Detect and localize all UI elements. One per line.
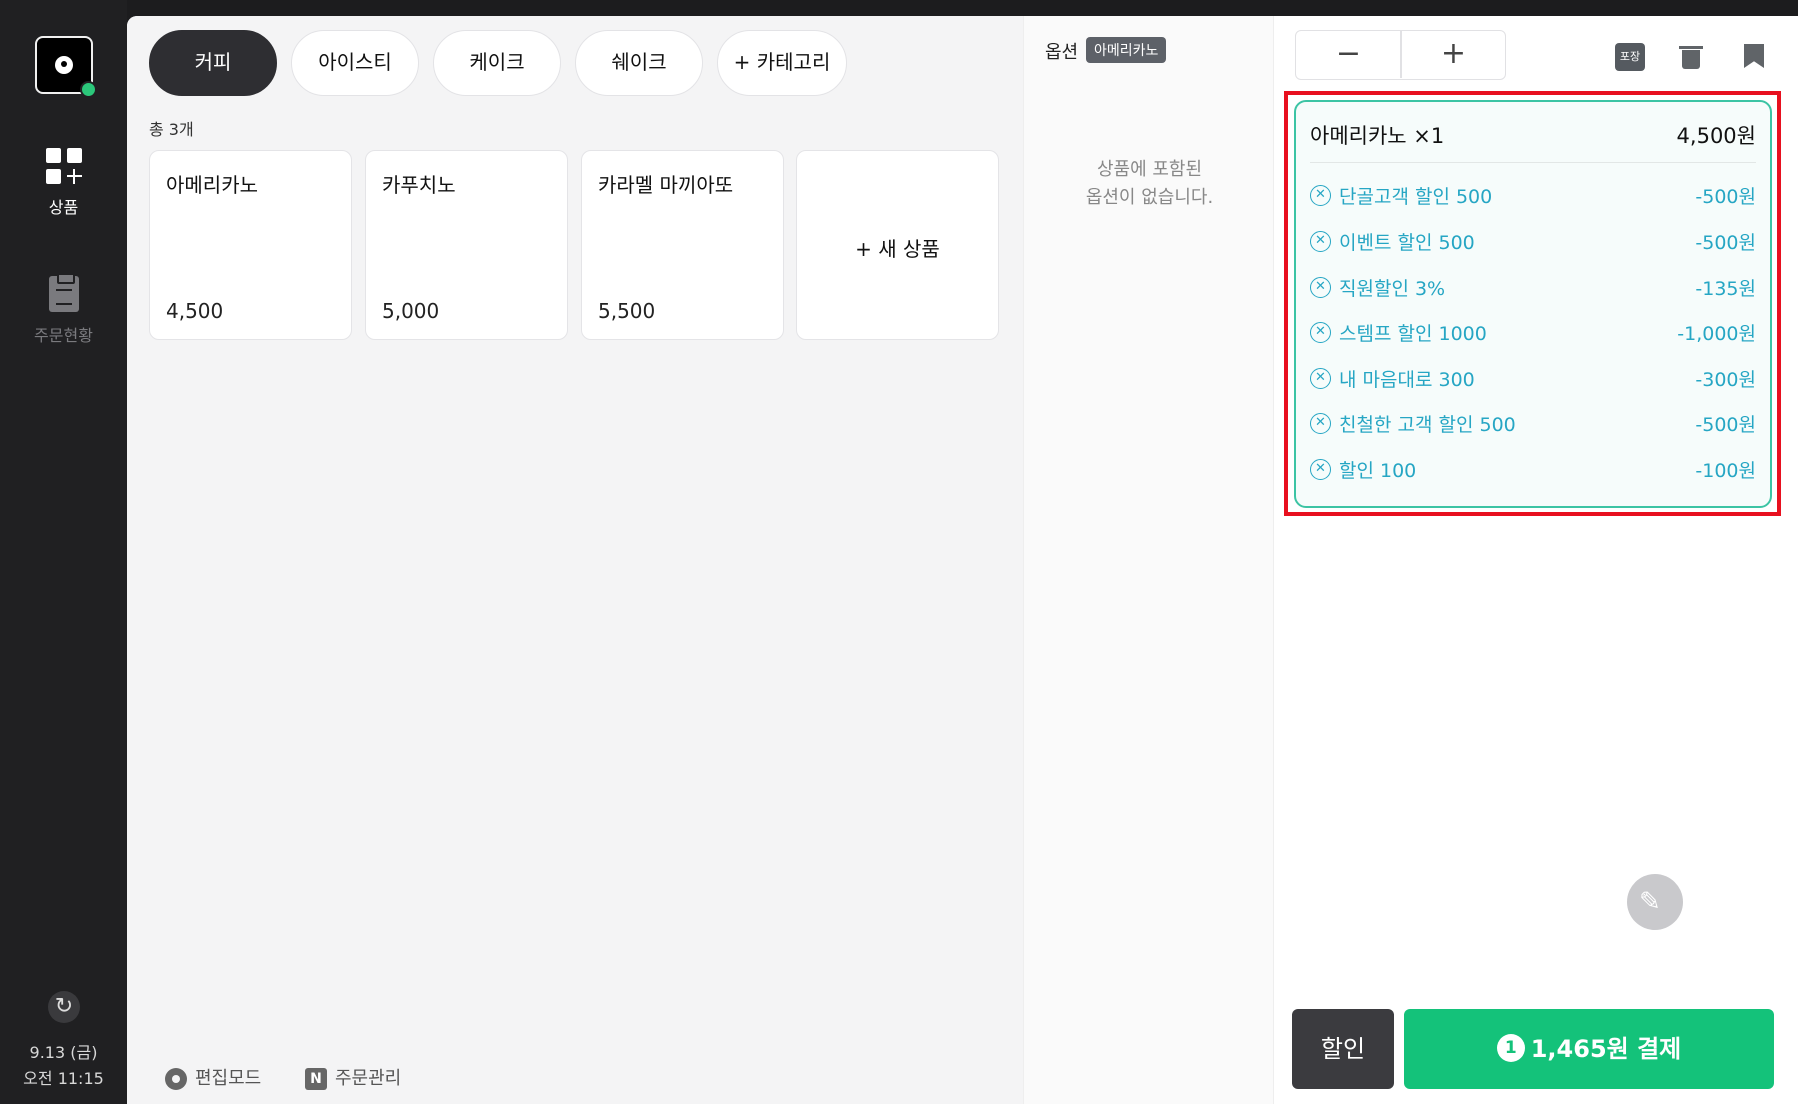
quantity-stepper: − +	[1295, 30, 1506, 80]
remove-discount-icon[interactable]: ✕	[1310, 185, 1331, 206]
refresh-icon[interactable]: ↻	[48, 991, 80, 1023]
discount-amount: -500원	[1695, 414, 1756, 436]
time-text: 오전 11:15	[23, 1069, 104, 1088]
order-item-header: 아메리카노 ×1 4,500원	[1310, 120, 1756, 150]
pay-label: 1,465원 결제	[1530, 1035, 1682, 1063]
discount-name: 할인 100	[1339, 460, 1417, 482]
increase-button[interactable]: +	[1401, 31, 1506, 78]
online-status-dot	[80, 81, 97, 98]
options-title: 옵션	[1045, 42, 1079, 63]
discount-name: 스템프 할인 1000	[1339, 323, 1487, 345]
remove-discount-icon[interactable]: ✕	[1310, 368, 1331, 389]
discount-row: ✕ 스템프 할인 1000 -1,000원	[1310, 319, 1756, 349]
discount-amount: -500원	[1695, 232, 1756, 254]
discount-amount: -300원	[1695, 369, 1756, 391]
options-empty-message: 상품에 포함된 옵션이 없습니다.	[1024, 156, 1275, 212]
discount-row: ✕ 직원할인 3% -135원	[1310, 274, 1756, 304]
naver-n-icon: N	[305, 1068, 327, 1090]
sidebar-item-label: 상품	[48, 198, 79, 217]
bookmark-icon[interactable]	[1744, 44, 1764, 68]
tab-coffee[interactable]: 커피	[149, 30, 277, 96]
empty-line-1: 상품에 포함된	[1096, 159, 1203, 180]
edit-mode-label: 편집모드	[195, 1068, 262, 1089]
tab-shake[interactable]: 쉐이크	[575, 30, 703, 96]
main-panel: 커피 아이스티 케이크 쉐이크 + 카테고리 총 3개 아메리카노 4,500 …	[127, 16, 1798, 1104]
order-item-card[interactable]: 아메리카노 ×1 4,500원 ✕ 단골고객 할인 500 -500원 ✕ 이벤…	[1294, 100, 1772, 508]
order-item-name: 아메리카노 ×1	[1310, 124, 1445, 148]
product-count: 총 3개	[149, 120, 194, 139]
discount-amount: -500원	[1695, 186, 1756, 208]
product-price: 5,000	[382, 299, 440, 323]
pay-button[interactable]: 1 1,465원 결제	[1404, 1009, 1774, 1089]
product-name: 카푸치노	[382, 173, 456, 197]
date-text: 9.13 (금)	[29, 1043, 98, 1062]
discount-name: 친철한 고객 할인 500	[1339, 414, 1516, 436]
options-product-tag: 아메리카노	[1086, 37, 1167, 63]
product-card[interactable]: 아메리카노 4,500	[149, 150, 352, 340]
decrease-button[interactable]: −	[1296, 31, 1401, 78]
discount-row: ✕ 친철한 고객 할인 500 -500원	[1310, 410, 1756, 440]
product-name: 카라멜 마끼아또	[598, 173, 734, 197]
discount-name: 단골고객 할인 500	[1339, 186, 1493, 208]
discount-row: ✕ 내 마음대로 300 -300원	[1310, 365, 1756, 395]
discount-row: ✕ 이벤트 할인 500 -500원	[1310, 228, 1756, 258]
sidebar-item-label: 주문현황	[34, 326, 93, 345]
product-card[interactable]: 카푸치노 5,000	[365, 150, 568, 340]
discount-name: 내 마음대로 300	[1339, 369, 1475, 391]
discount-row: ✕ 단골고객 할인 500 -500원	[1310, 182, 1756, 212]
product-price: 5,500	[598, 299, 656, 323]
item-count-badge: 1	[1496, 1034, 1525, 1062]
remove-discount-icon[interactable]: ✕	[1310, 459, 1331, 480]
discount-row: ✕ 할인 100 -100원	[1310, 456, 1756, 486]
remove-discount-icon[interactable]: ✕	[1310, 231, 1331, 252]
remove-discount-icon[interactable]: ✕	[1310, 413, 1331, 434]
tab-iced-tea[interactable]: 아이스티	[291, 30, 419, 96]
discount-button[interactable]: 할인	[1292, 1009, 1394, 1089]
add-category-button[interactable]: + 카테고리	[717, 30, 847, 96]
grid-plus-icon	[45, 148, 82, 184]
order-manage-button[interactable]: N 주문관리	[305, 1064, 401, 1090]
trash-icon[interactable]	[1679, 43, 1703, 69]
cart-panel: − + 포장 아메리카노 ×1 4,500원 ✕ 단골고객 할인 500 -50…	[1274, 16, 1798, 1104]
tab-cake[interactable]: 케이크	[433, 30, 561, 96]
order-item-price: 4,500원	[1676, 124, 1756, 148]
sidebar: 상품 주문현황 ↻ 9.13 (금) 오전 11:15	[0, 0, 127, 1104]
gear-icon	[165, 1068, 187, 1090]
sidebar-item-orders[interactable]: 주문현황	[0, 273, 127, 346]
sidebar-item-products[interactable]: 상품	[0, 148, 127, 218]
discount-name: 이벤트 할인 500	[1339, 232, 1475, 254]
options-panel: 옵션 아메리카노 상품에 포함된 옵션이 없습니다.	[1023, 16, 1274, 1104]
remove-discount-icon[interactable]: ✕	[1310, 277, 1331, 298]
empty-line-2: 옵션이 없습니다.	[1085, 187, 1214, 208]
product-name: 아메리카노	[166, 173, 258, 197]
remove-discount-icon[interactable]: ✕	[1310, 322, 1331, 343]
product-card[interactable]: 카라멜 마끼아또 5,500	[581, 150, 784, 340]
takeout-icon[interactable]: 포장	[1615, 43, 1645, 71]
edit-mode-button[interactable]: 편집모드	[165, 1064, 261, 1090]
discount-name: 직원할인 3%	[1339, 278, 1446, 300]
discount-amount: -100원	[1695, 460, 1756, 482]
pos-app: 상품 주문현황 ↻ 9.13 (금) 오전 11:15 커피 아이스티 케이크 …	[0, 0, 1798, 1104]
pencil-icon[interactable]: ✎	[1627, 874, 1683, 930]
product-price: 4,500	[166, 299, 224, 323]
clipboard-icon	[48, 273, 79, 312]
divider	[1310, 162, 1756, 163]
discount-amount: -135원	[1695, 278, 1756, 300]
clock: 9.13 (금) 오전 11:15	[0, 1040, 127, 1092]
discount-amount: -1,000원	[1677, 323, 1756, 345]
order-manage-label: 주문관리	[335, 1068, 402, 1089]
new-product-button[interactable]: + 새 상품	[796, 150, 999, 340]
logo-p-icon	[55, 56, 73, 74]
new-product-label: + 새 상품	[855, 237, 940, 261]
product-panel: 커피 아이스티 케이크 쉐이크 + 카테고리 총 3개 아메리카노 4,500 …	[127, 16, 1023, 1104]
